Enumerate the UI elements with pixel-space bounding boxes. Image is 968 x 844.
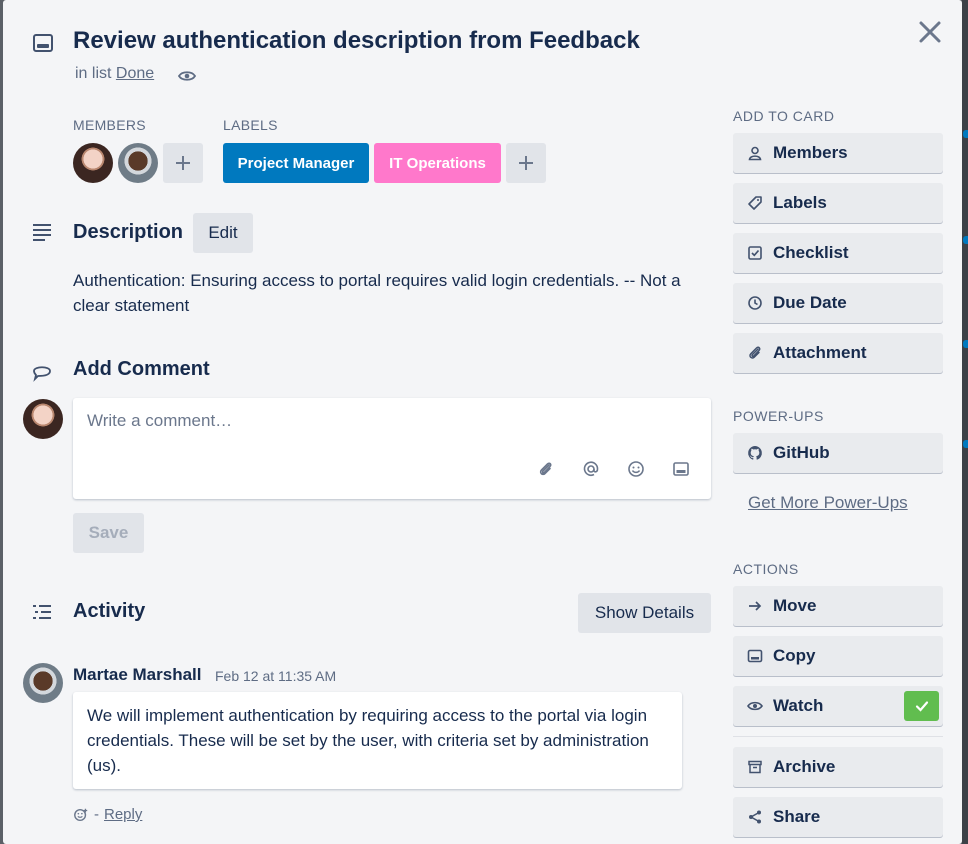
members-heading: MEMBERS: [73, 117, 146, 133]
add-to-card-heading: ADD TO CARD: [733, 108, 835, 124]
card-icon[interactable]: [672, 460, 690, 478]
attachment-button-label: Attachment: [773, 343, 867, 362]
description-heading: Description: [73, 221, 184, 243]
share-icon: [747, 809, 763, 825]
clock-icon: [747, 295, 763, 311]
checkbox-icon: [747, 245, 763, 261]
comment-input[interactable]: Write a comment…: [73, 398, 711, 499]
labels-button[interactable]: Labels: [733, 183, 943, 223]
mention-icon[interactable]: [582, 460, 600, 478]
watch-button[interactable]: Watch: [733, 686, 943, 726]
add-member-button[interactable]: [163, 143, 203, 183]
description-text[interactable]: Authentication: Ensuring access to porta…: [73, 268, 713, 318]
description-icon: [31, 221, 53, 248]
label-project-manager[interactable]: Project Manager: [223, 143, 369, 183]
members-button-label: Members: [773, 143, 848, 162]
members-button[interactable]: Members: [733, 133, 943, 173]
card-title[interactable]: Review authentication description from F…: [73, 27, 640, 55]
close-icon[interactable]: [916, 18, 944, 46]
share-button-label: Share: [773, 807, 821, 826]
eye-icon: [177, 67, 197, 90]
checklist-button[interactable]: Checklist: [733, 233, 943, 273]
attachment-icon[interactable]: [537, 460, 555, 478]
activity-icon: [31, 602, 53, 629]
card-detail-modal: Review authentication description from F…: [3, 0, 962, 844]
card-icon: [747, 648, 763, 664]
github-button-label: GitHub: [773, 443, 830, 462]
avatar[interactable]: [73, 143, 113, 183]
copy-button-label: Copy: [773, 646, 816, 665]
arrow-right-icon: [747, 598, 763, 614]
avatar[interactable]: [118, 143, 158, 183]
move-button[interactable]: Move: [733, 586, 943, 626]
reply-link[interactable]: Reply: [104, 806, 142, 823]
backdrop-badge: [963, 236, 968, 244]
show-details-button[interactable]: Show Details: [578, 593, 711, 633]
github-button[interactable]: GitHub: [733, 433, 943, 473]
board-backdrop: [962, 0, 968, 844]
avatar[interactable]: [23, 663, 63, 703]
due-date-button-label: Due Date: [773, 293, 847, 312]
card-icon: [31, 31, 55, 60]
checklist-button-label: Checklist: [773, 243, 849, 262]
archive-icon: [747, 759, 763, 775]
separator: -: [94, 806, 99, 823]
save-button[interactable]: Save: [73, 513, 144, 553]
add-reaction-icon[interactable]: [73, 807, 89, 823]
actions-divider: [733, 736, 943, 737]
add-label-button[interactable]: [506, 143, 546, 183]
due-date-button[interactable]: Due Date: [733, 283, 943, 323]
person-icon: [747, 145, 763, 161]
eye-icon: [747, 698, 763, 714]
backdrop-badge: [963, 340, 968, 348]
actions-heading: ACTIONS: [733, 561, 799, 577]
activity-actions: - Reply: [73, 806, 142, 823]
activity-comment: We will implement authentication by requ…: [73, 692, 682, 789]
share-button[interactable]: Share: [733, 797, 943, 837]
paperclip-icon: [747, 345, 763, 361]
copy-button[interactable]: Copy: [733, 636, 943, 676]
archive-button[interactable]: Archive: [733, 747, 943, 787]
edit-description-button[interactable]: Edit: [193, 213, 253, 253]
labels-button-label: Labels: [773, 193, 827, 212]
in-list-prefix: in list: [75, 65, 112, 82]
in-list-text: in list Done: [75, 65, 154, 83]
activity-timestamp[interactable]: Feb 12 at 11:35 AM: [215, 668, 336, 684]
move-button-label: Move: [773, 596, 817, 615]
labels-heading: LABELS: [223, 117, 278, 133]
emoji-icon[interactable]: [627, 460, 645, 478]
get-more-power-ups-link[interactable]: Get More Power-Ups: [748, 493, 908, 513]
backdrop-badge: [963, 130, 968, 138]
comment-placeholder: Write a comment…: [87, 411, 233, 430]
plus-icon: [176, 156, 190, 170]
activity-heading: Activity: [73, 600, 146, 622]
comment-icon: [31, 361, 53, 388]
watch-button-label: Watch: [773, 696, 824, 715]
label-it-operations[interactable]: IT Operations: [374, 143, 501, 183]
check-icon: [904, 691, 939, 721]
avatar: [23, 399, 63, 439]
activity-author[interactable]: Martae Marshall: [73, 665, 202, 685]
github-icon: [747, 445, 763, 461]
add-comment-heading: Add Comment: [73, 358, 210, 380]
archive-button-label: Archive: [773, 757, 836, 776]
attachment-button[interactable]: Attachment: [733, 333, 943, 373]
backdrop-badge: [963, 440, 968, 448]
plus-icon: [519, 156, 533, 170]
list-name-link[interactable]: Done: [116, 65, 154, 82]
tag-icon: [747, 195, 763, 211]
power-ups-heading: POWER-UPS: [733, 408, 824, 424]
